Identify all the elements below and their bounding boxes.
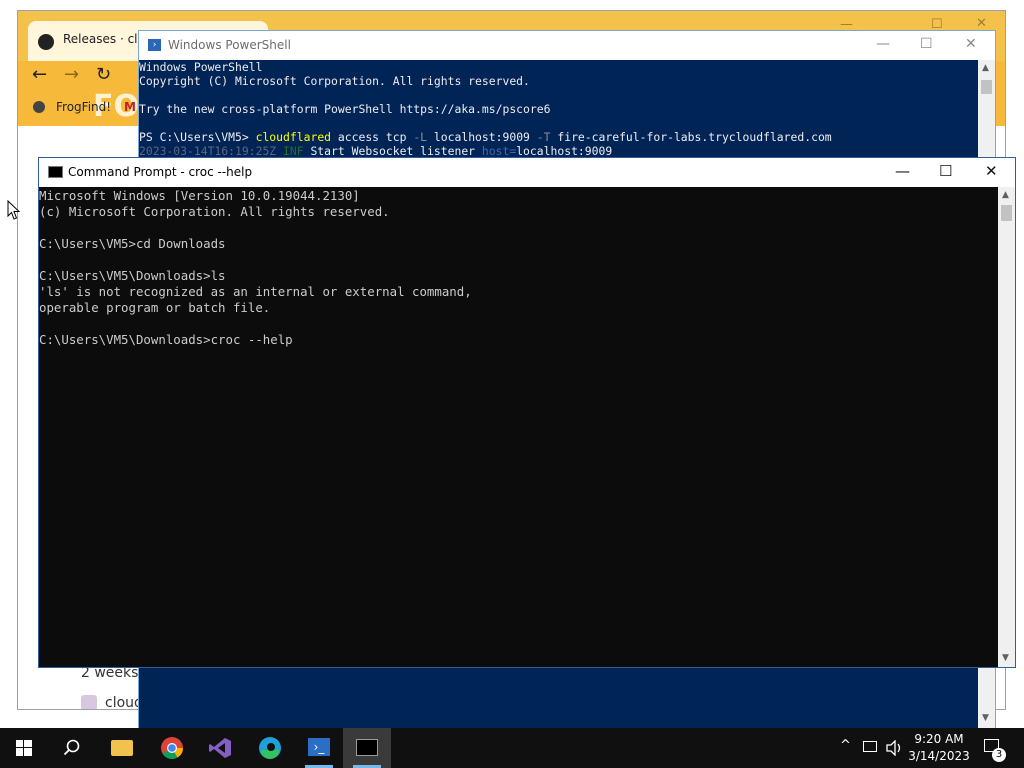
ps-line: Try the new cross-platform PowerShell ht… <box>139 102 551 116</box>
powershell-icon: › <box>148 39 161 51</box>
ps-log-timestamp: 2023-03-14T16:19:25Z <box>139 144 277 158</box>
start-button[interactable] <box>0 728 48 768</box>
visual-studio-icon <box>209 738 231 758</box>
frogfind-favicon-icon <box>33 101 45 113</box>
ps-log-message: Start Websocket listener <box>303 144 482 158</box>
powershell-icon: ›_ <box>308 738 330 756</box>
edge-icon <box>259 737 281 759</box>
ps-flag: -L <box>413 130 428 144</box>
taskbar-command-prompt[interactable] <box>343 728 391 768</box>
mouse-cursor-icon <box>7 200 21 220</box>
taskbar: ›_ ^ 9:20 AM 3/14/2023 3 <box>0 728 1024 768</box>
cmd-maximize-icon[interactable]: ☐ <box>939 162 952 180</box>
cmd-line: (c) Microsoft Corporation. All rights re… <box>39 204 390 219</box>
ps-log-level: INF <box>283 144 304 158</box>
volume-icon[interactable] <box>886 740 904 756</box>
scroll-up-icon[interactable]: ▲ <box>982 63 989 73</box>
ps-flag: -T <box>536 130 551 144</box>
back-icon[interactable]: ← <box>32 64 47 85</box>
github-icon <box>38 34 54 50</box>
cmd-line: operable program or batch file. <box>39 300 271 315</box>
cmd-line: 'ls' is not recognized as an internal or… <box>39 284 472 299</box>
scroll-thumb[interactable] <box>1001 205 1012 221</box>
ps-log-line: 2023-03-14T16:19:25Z INF Start Websocket… <box>139 144 612 158</box>
ps-log-key: host= <box>481 144 517 158</box>
clock-date[interactable]: 3/14/2023 <box>907 749 971 763</box>
cmd-console[interactable]: Microsoft Windows [Version 10.0.19044.21… <box>39 188 998 668</box>
cmd-line: Microsoft Windows [Version 10.0.19044.21… <box>39 188 360 203</box>
scroll-up-icon[interactable]: ▲ <box>1002 190 1009 200</box>
scroll-down-icon[interactable]: ▼ <box>982 713 989 723</box>
taskbar-file-explorer[interactable] <box>98 728 146 768</box>
powershell-titlebar[interactable]: › Windows PowerShell — ☐ ✕ <box>139 31 995 60</box>
ps-arg: access tcp <box>331 130 414 144</box>
taskbar-powershell[interactable]: ›_ <box>295 728 343 768</box>
ps-command-line: PS C:\Users\VM5> cloudflared access tcp … <box>139 130 832 144</box>
gmail-icon[interactable]: M <box>124 100 136 114</box>
forward-icon[interactable]: → <box>64 64 79 85</box>
command-prompt-window: Command Prompt - croc --help — ☐ ✕ Micro… <box>38 157 1016 668</box>
command-prompt-icon <box>48 166 63 178</box>
bookmark-frogfind[interactable]: FrogFind! <box>56 100 111 114</box>
ps-arg: localhost:9009 <box>427 130 537 144</box>
powershell-maximize-icon[interactable]: ☐ <box>920 36 933 52</box>
ps-exe: cloudflared <box>255 130 332 144</box>
notification-count-badge: 3 <box>992 748 1006 762</box>
command-prompt-icon <box>356 739 378 756</box>
scroll-thumb[interactable] <box>981 80 992 94</box>
network-icon[interactable] <box>863 741 877 752</box>
taskbar-edge[interactable] <box>246 728 294 768</box>
cmd-minimize-icon[interactable]: — <box>895 162 910 180</box>
clock-time[interactable]: 9:20 AM <box>910 732 968 746</box>
ps-prompt: PS C:\Users\VM5> <box>139 130 256 144</box>
windows-logo-icon <box>16 740 32 756</box>
cmd-line: C:\Users\VM5\Downloads>ls <box>39 268 226 283</box>
ps-log-value: localhost:9009 <box>516 144 613 158</box>
ps-arg: fire-careful-for-labs.trycloudflared.com <box>550 130 832 144</box>
scroll-down-icon[interactable]: ▼ <box>1002 653 1009 663</box>
taskbar-visual-studio[interactable] <box>196 728 244 768</box>
show-hidden-icons-icon[interactable]: ^ <box>840 738 851 753</box>
powershell-close-icon[interactable]: ✕ <box>965 36 977 52</box>
cmd-scrollbar[interactable]: ▲ ▼ <box>998 187 1015 667</box>
search-icon <box>63 739 80 756</box>
cmd-title: Command Prompt - croc --help <box>68 165 253 179</box>
file-explorer-icon <box>111 740 133 756</box>
browser-close-icon[interactable]: ✕ <box>976 16 987 31</box>
chrome-icon <box>161 737 183 759</box>
powershell-minimize-icon[interactable]: — <box>876 36 890 52</box>
package-icon <box>81 695 97 709</box>
cmd-line: C:\Users\VM5>cd Downloads <box>39 236 226 251</box>
taskbar-chrome[interactable] <box>148 728 196 768</box>
cmd-close-icon[interactable]: ✕ <box>985 162 998 180</box>
cmd-line: C:\Users\VM5\Downloads>croc --help <box>39 332 293 347</box>
search-button[interactable] <box>48 728 96 768</box>
ps-line: Windows PowerShell <box>139 60 263 74</box>
reload-icon[interactable]: ↻ <box>96 64 111 85</box>
ps-line: Copyright (C) Microsoft Corporation. All… <box>139 74 530 88</box>
powershell-title: Windows PowerShell <box>168 38 291 52</box>
cmd-titlebar[interactable]: Command Prompt - croc --help — ☐ ✕ <box>39 158 1015 187</box>
